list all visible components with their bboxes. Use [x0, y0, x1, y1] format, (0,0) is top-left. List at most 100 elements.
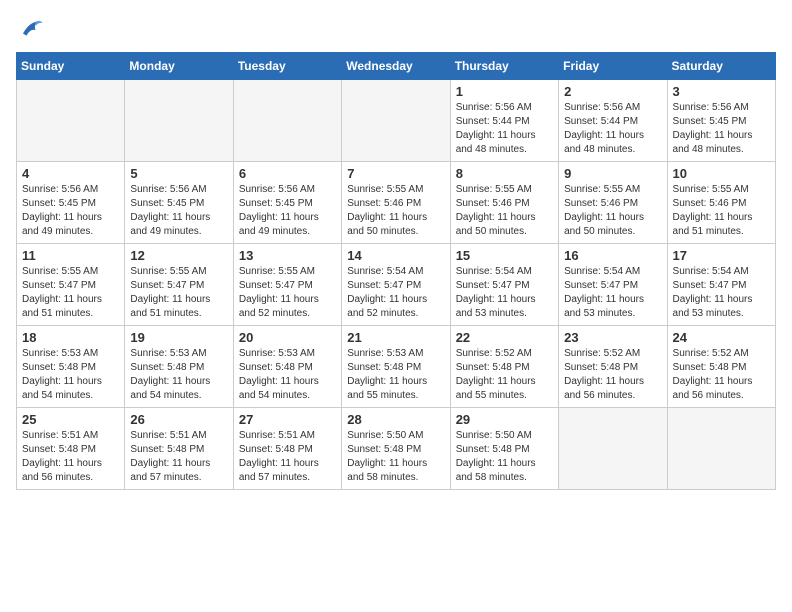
calendar-cell: 22 Sunrise: 5:52 AMSunset: 5:48 PMDayligh… — [450, 326, 558, 408]
calendar-week-row: 18 Sunrise: 5:53 AMSunset: 5:48 PMDayligh… — [17, 326, 776, 408]
day-number: 11 — [22, 248, 119, 263]
calendar-cell: 8 Sunrise: 5:55 AMSunset: 5:46 PMDaylight… — [450, 162, 558, 244]
calendar-cell: 26 Sunrise: 5:51 AMSunset: 5:48 PMDayligh… — [125, 408, 233, 490]
calendar-cell: 15 Sunrise: 5:54 AMSunset: 5:47 PMDayligh… — [450, 244, 558, 326]
day-number: 27 — [239, 412, 336, 427]
calendar-cell: 21 Sunrise: 5:53 AMSunset: 5:48 PMDayligh… — [342, 326, 450, 408]
calendar-week-row: 4 Sunrise: 5:56 AMSunset: 5:45 PMDaylight… — [17, 162, 776, 244]
cell-info: Sunrise: 5:53 AMSunset: 5:48 PMDaylight:… — [130, 347, 227, 403]
day-number: 6 — [239, 166, 336, 181]
calendar-cell — [17, 80, 125, 162]
cell-info: Sunrise: 5:55 AMSunset: 5:46 PMDaylight:… — [347, 183, 444, 239]
day-of-week-header: Wednesday — [342, 53, 450, 80]
day-number: 15 — [456, 248, 553, 263]
day-of-week-header: Tuesday — [233, 53, 341, 80]
day-number: 23 — [564, 330, 661, 345]
day-number: 22 — [456, 330, 553, 345]
cell-info: Sunrise: 5:54 AMSunset: 5:47 PMDaylight:… — [347, 265, 444, 321]
calendar-week-row: 1 Sunrise: 5:56 AMSunset: 5:44 PMDaylight… — [17, 80, 776, 162]
page-header — [16, 16, 776, 44]
day-of-week-header: Sunday — [17, 53, 125, 80]
calendar-cell — [342, 80, 450, 162]
calendar-cell: 14Sunrise: 5:54 AMSunset: 5:47 PMDayligh… — [342, 244, 450, 326]
cell-info: Sunrise: 5:56 AMSunset: 5:45 PMDaylight:… — [673, 101, 770, 157]
day-number: 17 — [673, 248, 770, 263]
calendar-week-row: 11 Sunrise: 5:55 AMSunset: 5:47 PMDayligh… — [17, 244, 776, 326]
cell-info: Sunrise: 5:56 AMSunset: 5:44 PMDaylight:… — [456, 101, 553, 157]
day-number: 12 — [130, 248, 227, 263]
cell-info: Sunrise: 5:50 AMSunset: 5:48 PMDaylight:… — [456, 429, 553, 485]
calendar-cell: 9 Sunrise: 5:55 AMSunset: 5:46 PMDaylight… — [559, 162, 667, 244]
cell-info: Sunrise: 5:55 AMSunset: 5:47 PMDaylight:… — [22, 265, 119, 321]
calendar-cell: 25 Sunrise: 5:51 AMSunset: 5:48 PMDayligh… — [17, 408, 125, 490]
day-number: 5 — [130, 166, 227, 181]
calendar-cell: 20 Sunrise: 5:53 AMSunset: 5:48 PMDayligh… — [233, 326, 341, 408]
cell-info: Sunrise: 5:54 AMSunset: 5:47 PMDaylight:… — [564, 265, 661, 321]
calendar-cell: 16 Sunrise: 5:54 AMSunset: 5:47 PMDayligh… — [559, 244, 667, 326]
day-number: 13 — [239, 248, 336, 263]
calendar-cell: 10 Sunrise: 5:55 AMSunset: 5:46 PMDayligh… — [667, 162, 775, 244]
cell-info: Sunrise: 5:52 AMSunset: 5:48 PMDaylight:… — [456, 347, 553, 403]
day-number: 16 — [564, 248, 661, 263]
cell-info: Sunrise: 5:55 AMSunset: 5:46 PMDaylight:… — [673, 183, 770, 239]
calendar-cell — [559, 408, 667, 490]
cell-info: Sunrise: 5:51 AMSunset: 5:48 PMDaylight:… — [22, 429, 119, 485]
logo-bird-icon — [16, 16, 44, 44]
day-number: 26 — [130, 412, 227, 427]
cell-info: Sunrise: 5:56 AMSunset: 5:45 PMDaylight:… — [130, 183, 227, 239]
cell-info: Sunrise: 5:51 AMSunset: 5:48 PMDaylight:… — [239, 429, 336, 485]
day-number: 4 — [22, 166, 119, 181]
day-of-week-header: Thursday — [450, 53, 558, 80]
day-number: 10 — [673, 166, 770, 181]
day-number: 24 — [673, 330, 770, 345]
calendar-cell: 23 Sunrise: 5:52 AMSunset: 5:48 PMDayligh… — [559, 326, 667, 408]
calendar-cell: 27 Sunrise: 5:51 AMSunset: 5:48 PMDayligh… — [233, 408, 341, 490]
cell-info: Sunrise: 5:52 AMSunset: 5:48 PMDaylight:… — [673, 347, 770, 403]
calendar-cell — [667, 408, 775, 490]
calendar-cell: 3 Sunrise: 5:56 AMSunset: 5:45 PMDaylight… — [667, 80, 775, 162]
calendar-cell: 13 Sunrise: 5:55 AMSunset: 5:47 PMDayligh… — [233, 244, 341, 326]
day-number: 21 — [347, 330, 444, 345]
cell-info: Sunrise: 5:56 AMSunset: 5:44 PMDaylight:… — [564, 101, 661, 157]
day-of-week-header: Friday — [559, 53, 667, 80]
calendar-cell: 7Sunrise: 5:55 AMSunset: 5:46 PMDaylight… — [342, 162, 450, 244]
cell-info: Sunrise: 5:55 AMSunset: 5:47 PMDaylight:… — [239, 265, 336, 321]
logo — [16, 16, 48, 44]
day-number: 28 — [347, 412, 444, 427]
calendar-cell: 4 Sunrise: 5:56 AMSunset: 5:45 PMDaylight… — [17, 162, 125, 244]
cell-info: Sunrise: 5:55 AMSunset: 5:46 PMDaylight:… — [564, 183, 661, 239]
cell-info: Sunrise: 5:53 AMSunset: 5:48 PMDaylight:… — [22, 347, 119, 403]
cell-info: Sunrise: 5:52 AMSunset: 5:48 PMDaylight:… — [564, 347, 661, 403]
cell-info: Sunrise: 5:56 AMSunset: 5:45 PMDaylight:… — [22, 183, 119, 239]
day-number: 18 — [22, 330, 119, 345]
day-number: 20 — [239, 330, 336, 345]
day-number: 8 — [456, 166, 553, 181]
calendar-table: SundayMondayTuesdayWednesdayThursdayFrid… — [16, 52, 776, 490]
calendar-cell: 11 Sunrise: 5:55 AMSunset: 5:47 PMDayligh… — [17, 244, 125, 326]
calendar-cell: 1 Sunrise: 5:56 AMSunset: 5:44 PMDaylight… — [450, 80, 558, 162]
calendar-cell — [233, 80, 341, 162]
day-number: 9 — [564, 166, 661, 181]
calendar-cell: 2 Sunrise: 5:56 AMSunset: 5:44 PMDaylight… — [559, 80, 667, 162]
cell-info: Sunrise: 5:56 AMSunset: 5:45 PMDaylight:… — [239, 183, 336, 239]
calendar-cell: 18 Sunrise: 5:53 AMSunset: 5:48 PMDayligh… — [17, 326, 125, 408]
day-number: 3 — [673, 84, 770, 99]
day-number: 19 — [130, 330, 227, 345]
day-number: 1 — [456, 84, 553, 99]
cell-info: Sunrise: 5:55 AMSunset: 5:46 PMDaylight:… — [456, 183, 553, 239]
day-number: 2 — [564, 84, 661, 99]
cell-info: Sunrise: 5:55 AMSunset: 5:47 PMDaylight:… — [130, 265, 227, 321]
cell-info: Sunrise: 5:53 AMSunset: 5:48 PMDaylight:… — [347, 347, 444, 403]
calendar-cell: 29 Sunrise: 5:50 AMSunset: 5:48 PMDayligh… — [450, 408, 558, 490]
day-of-week-header: Saturday — [667, 53, 775, 80]
calendar-cell: 19 Sunrise: 5:53 AMSunset: 5:48 PMDayligh… — [125, 326, 233, 408]
calendar-cell: 17Sunrise: 5:54 AMSunset: 5:47 PMDayligh… — [667, 244, 775, 326]
calendar-cell: 6 Sunrise: 5:56 AMSunset: 5:45 PMDaylight… — [233, 162, 341, 244]
calendar-week-row: 25 Sunrise: 5:51 AMSunset: 5:48 PMDayligh… — [17, 408, 776, 490]
cell-info: Sunrise: 5:54 AMSunset: 5:47 PMDaylight:… — [456, 265, 553, 321]
cell-info: Sunrise: 5:53 AMSunset: 5:48 PMDaylight:… — [239, 347, 336, 403]
day-number: 29 — [456, 412, 553, 427]
cell-info: Sunrise: 5:51 AMSunset: 5:48 PMDaylight:… — [130, 429, 227, 485]
day-of-week-header: Monday — [125, 53, 233, 80]
day-number: 25 — [22, 412, 119, 427]
